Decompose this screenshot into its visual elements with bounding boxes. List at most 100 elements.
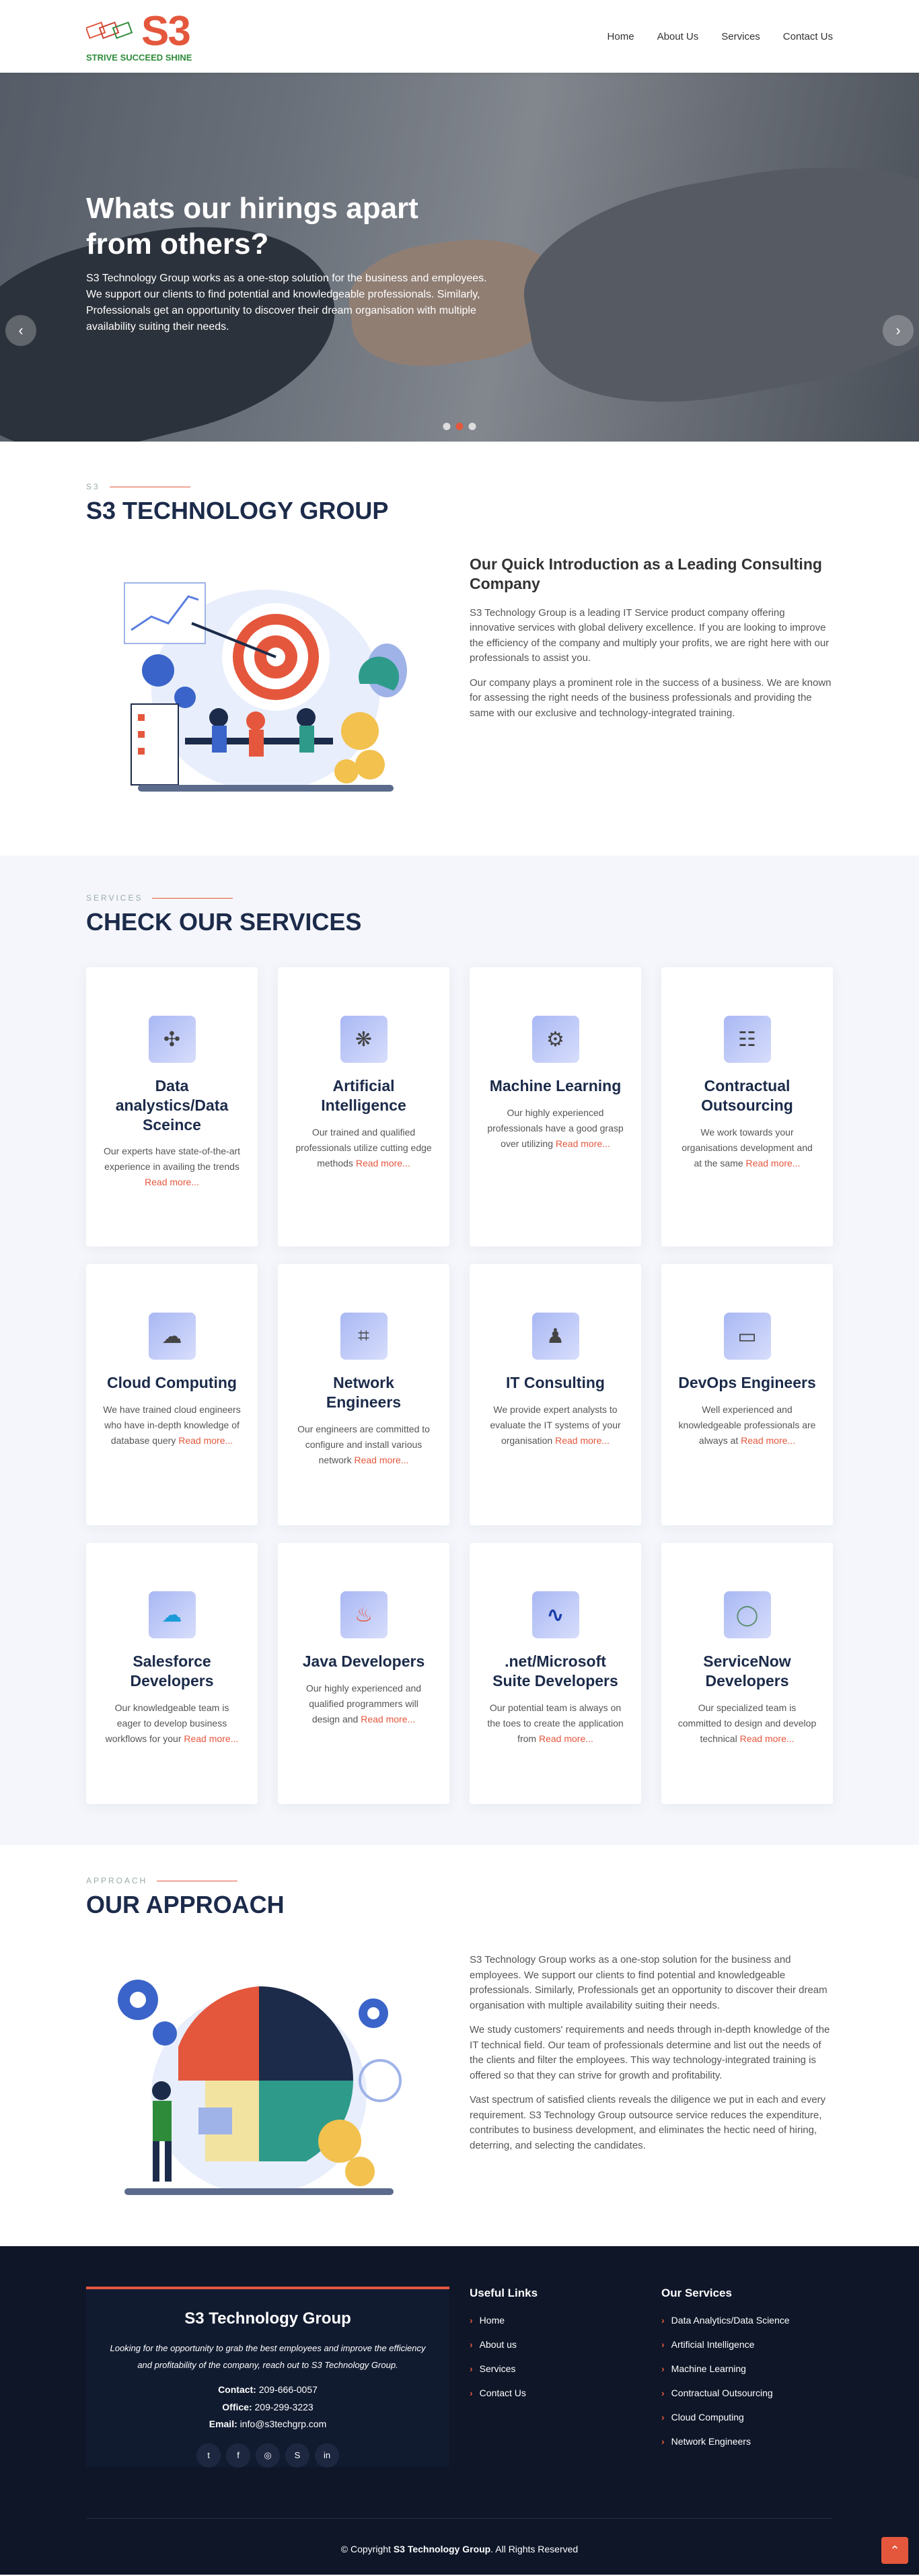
service-card-data-analytics[interactable]: ✣ Data analystics/Data Sceince Our experts… [86, 967, 258, 1247]
services-title: CHECK OUR SERVICES [86, 908, 362, 936]
chevron-left-icon: ‹ [18, 322, 24, 339]
read-more-link[interactable]: Read more... [356, 1158, 410, 1169]
service-title: Salesforce Developers [130, 1652, 214, 1690]
read-more-link[interactable]: Read more... [746, 1158, 801, 1169]
nav-contact-us[interactable]: Contact Us [783, 31, 833, 42]
slider-prev-button[interactable]: ‹ [5, 315, 36, 346]
service-card-dotnet-developers[interactable]: ∿ .net/Microsoft Suite Developers Our pote… [470, 1543, 641, 1804]
team-icon: ☷ [723, 1016, 771, 1063]
nav-about-us[interactable]: About Us [657, 31, 699, 42]
approach-section: APPROACH OUR APPROACH S3 Technology Grou… [0, 1845, 919, 2246]
read-more-link[interactable]: Read more... [539, 1733, 593, 1744]
service-title: IT Consulting [506, 1374, 605, 1391]
instagram-icon[interactable]: ◎ [256, 2443, 280, 2468]
footer-link-contact[interactable]: Contact Us [470, 2388, 538, 2398]
service-card-machine-learning[interactable]: ⚙ Machine Learning Our highly experienced … [470, 967, 641, 1247]
footer-service-link[interactable]: Machine Learning [661, 2363, 790, 2374]
about-label: S3 [86, 482, 833, 491]
service-desc: Our potential team is always on the toes… [487, 1702, 624, 1744]
service-desc: Our knowledgeable team is eager to devel… [105, 1702, 239, 1744]
service-card-it-consulting[interactable]: ♟ IT Consulting We provide expert analysts… [470, 1264, 641, 1525]
service-title: Java Developers [302, 1652, 425, 1670]
useful-links-title: Useful Links [470, 2287, 538, 2299]
back-to-top-button[interactable]: ⌃ [881, 2537, 908, 2564]
footer-link-about[interactable]: About us [470, 2339, 538, 2350]
servicenow-icon: ◯ [723, 1591, 771, 1638]
about-label-text: S3 [86, 482, 100, 491]
slider-dots [443, 423, 476, 430]
footer-contact: Contact: 209-666-0057 [218, 2384, 318, 2396]
chevron-right-icon: › [895, 322, 901, 339]
twitter-icon[interactable]: t [196, 2443, 221, 2468]
skype-icon[interactable]: S [285, 2443, 309, 2468]
services-grid: ✣ Data analystics/Data Sceince Our experts… [86, 967, 833, 1804]
service-desc: Our experts have state-of-the-art experi… [103, 1146, 241, 1188]
footer-link-home[interactable]: Home [470, 2315, 538, 2326]
service-card-servicenow-developers[interactable]: ◯ ServiceNow Developers Our specialized te… [661, 1543, 833, 1804]
copyright: © Copyright S3 Technology Group. All Rig… [340, 2544, 579, 2554]
read-more-link[interactable]: Read more... [178, 1435, 233, 1446]
salesforce-cloud-icon: ☁ [148, 1591, 196, 1638]
service-title: Data analystics/Data Sceince [115, 1077, 229, 1134]
footer-service-link[interactable]: Data Analytics/Data Science [661, 2315, 790, 2326]
footer-link-services[interactable]: Services [470, 2363, 538, 2374]
service-desc: We have trained cloud engineers who have… [103, 1403, 241, 1446]
nav-services[interactable]: Services [721, 31, 760, 42]
footer-about: S3 Technology Group Looking for the oppo… [86, 2287, 449, 2468]
services-section: SERVICES CHECK OUR SERVICES ✣ Data analys… [0, 856, 919, 1845]
services-label: SERVICES [86, 893, 833, 903]
footer-service-link[interactable]: Cloud Computing [661, 2412, 790, 2423]
read-more-link[interactable]: Read more... [361, 1714, 415, 1725]
consultant-icon: ♟ [531, 1313, 579, 1360]
service-card-cloud-computing[interactable]: ☁ Cloud Computing We have trained cloud en… [86, 1264, 258, 1525]
read-more-link[interactable]: Read more... [145, 1177, 199, 1187]
slider-dot-1[interactable] [443, 423, 451, 430]
cloud-network-icon: ☁ [148, 1313, 196, 1360]
slider-dot-3[interactable] [468, 423, 476, 430]
brain-circuit-icon: ❋ [340, 1016, 388, 1063]
logo[interactable]: S3 STRIVE SUCCEED SHINE [86, 10, 200, 63]
service-card-network-engineers[interactable]: ⌗ Network Engineers Our engineers are comm… [278, 1264, 449, 1525]
read-more-link[interactable]: Read more... [184, 1733, 238, 1744]
arrow-up-icon: ⌃ [889, 2543, 900, 2557]
footer-service-link[interactable]: Artificial Intelligence [661, 2339, 790, 2350]
main-nav: Home About Us Services Contact Us [608, 31, 833, 42]
our-services-title: Our Services [661, 2287, 732, 2299]
about-text-block: Our Quick Introduction as a Leading Cons… [470, 555, 833, 730]
target-team-illustration [124, 582, 407, 792]
dotnet-icon: ∿ [531, 1591, 579, 1638]
service-card-contractual-outsourcing[interactable]: ☷ Contractual Outsourcing We work towards … [661, 967, 833, 1247]
service-card-devops-engineers[interactable]: ▭ DevOps Engineers Well experienced and kn… [661, 1264, 833, 1525]
about-title: S3 TECHNOLOGY GROUP [86, 497, 389, 524]
service-desc: Well experienced and knowledgeable profe… [678, 1403, 816, 1446]
monitor-icon: ▭ [723, 1313, 771, 1360]
facebook-icon[interactable]: f [226, 2443, 250, 2468]
service-card-salesforce-developers[interactable]: ☁ Salesforce Developers Our knowledgeable … [86, 1543, 258, 1804]
linkedin-icon[interactable]: in [315, 2443, 339, 2468]
approach-paragraph-3: Vast spectrum of satisfied clients revea… [470, 2094, 826, 2151]
footer-divider [86, 2518, 833, 2519]
read-more-link[interactable]: Read more... [354, 1455, 408, 1465]
service-card-java-developers[interactable]: ♨ Java Developers Our highly experienced a… [278, 1543, 449, 1804]
service-title: Machine Learning [489, 1077, 622, 1094]
footer-service-link[interactable]: Network Engineers [661, 2436, 790, 2447]
service-card-artificial-intelligence[interactable]: ❋ Artificial Intelligence Our trained and … [278, 967, 449, 1247]
social-links: t f ◎ S in [105, 2443, 431, 2468]
service-title: Contractual Outsourcing [701, 1077, 793, 1114]
nav-home[interactable]: Home [608, 31, 634, 42]
about-section: S3 S3 TECHNOLOGY GROUP Our Quick Introdu… [0, 442, 919, 856]
approach-title: OUR APPROACH [86, 1891, 285, 1918]
read-more-link[interactable]: Read more... [741, 1435, 795, 1446]
service-title: Artificial Intelligence [321, 1077, 406, 1114]
footer-service-link[interactable]: Contractual Outsourcing [661, 2388, 790, 2398]
read-more-link[interactable]: Read more... [555, 1435, 610, 1446]
site-footer: S3 Technology Group Looking for the oppo… [0, 2246, 919, 2575]
slider-next-button[interactable]: › [883, 315, 914, 346]
footer-email: Email: info@s3techgrp.com [209, 2418, 327, 2429]
service-title: Network Engineers [326, 1374, 402, 1411]
slider-dot-2[interactable] [455, 423, 464, 430]
read-more-link[interactable]: Read more... [556, 1138, 610, 1149]
about-paragraph-1: S3 Technology Group is a leading IT Serv… [470, 606, 830, 664]
read-more-link[interactable]: Read more... [740, 1733, 795, 1744]
approach-text-block: S3 Technology Group works as a one-stop … [470, 1953, 833, 2163]
